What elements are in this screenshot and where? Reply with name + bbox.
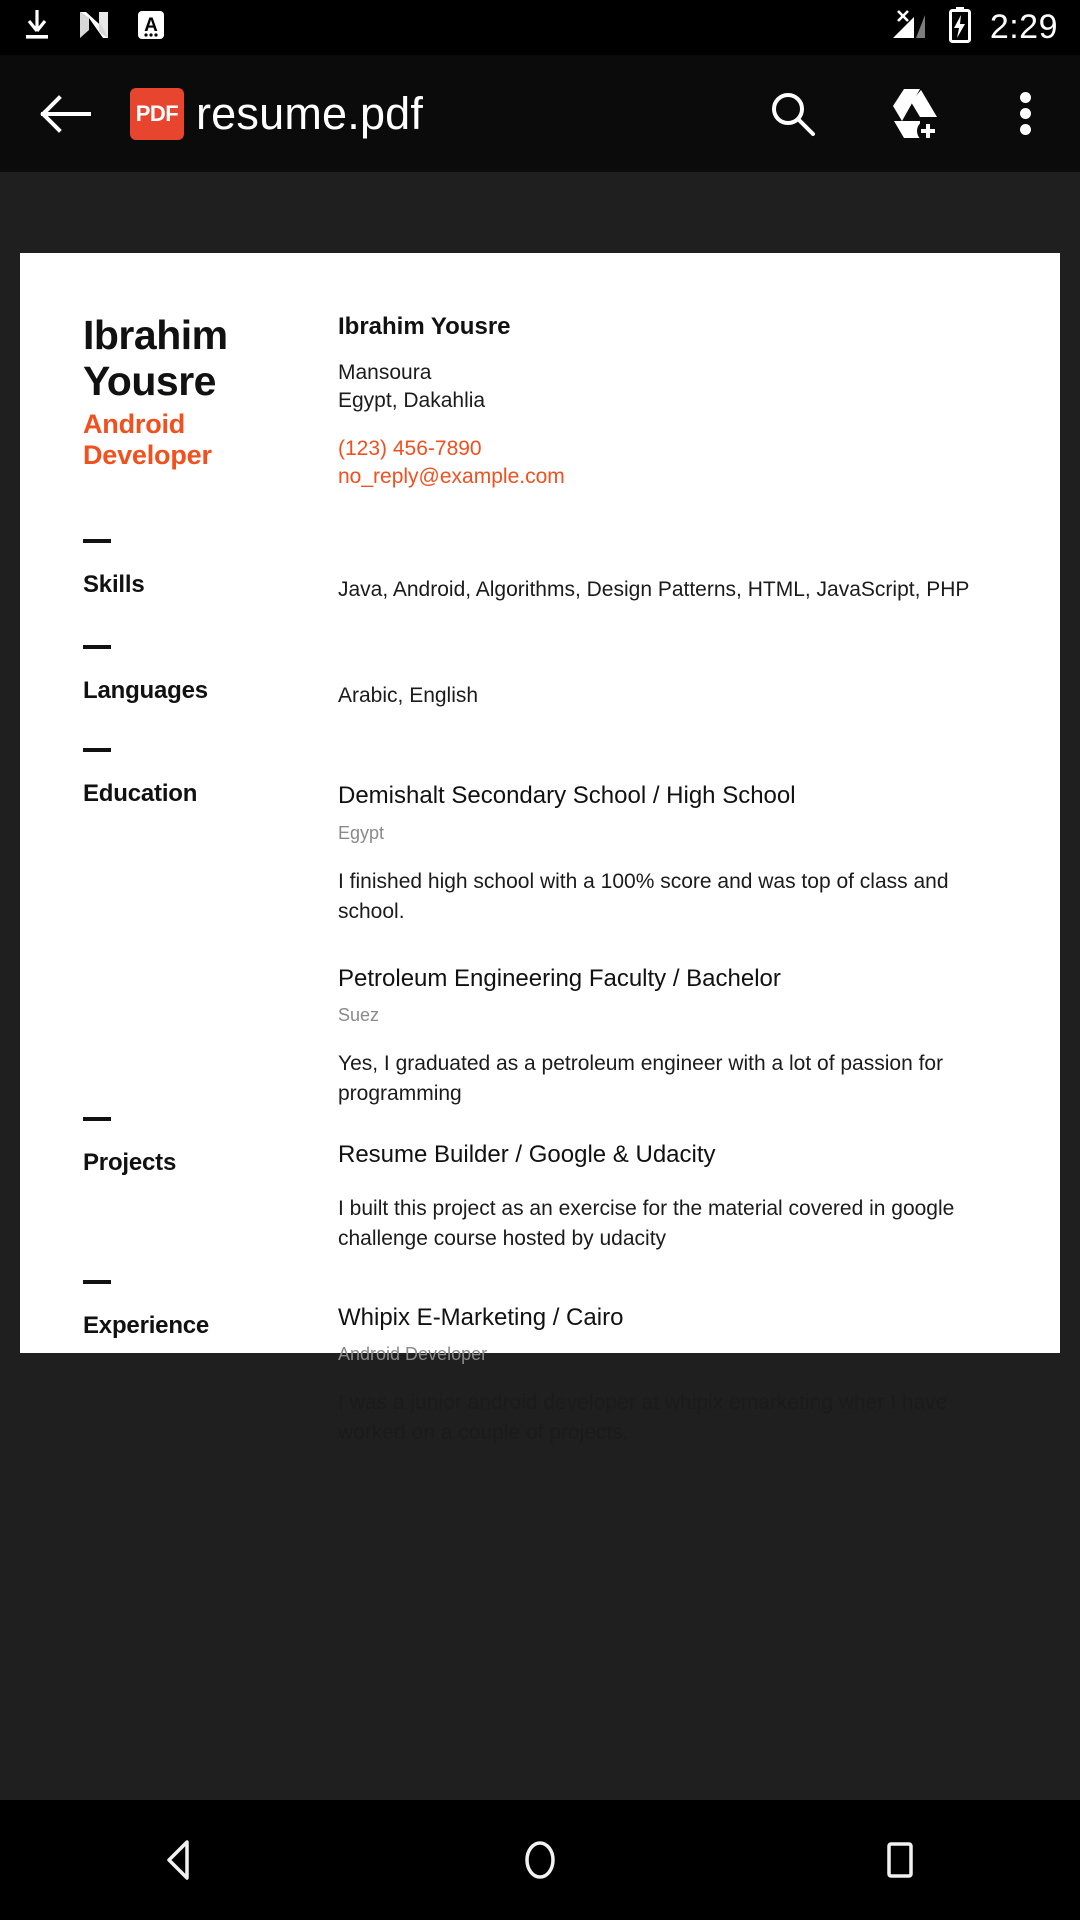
status-bar-clock: 2:29 bbox=[989, 8, 1058, 46]
section-education: Education Demishalt Secondary School / H… bbox=[83, 748, 990, 1108]
app-bar: PDF resume.pdf bbox=[0, 55, 1080, 172]
battery-charging-icon bbox=[948, 6, 972, 49]
resume-header-row: Ibrahim Yousre Android Developer Ibrahim… bbox=[83, 312, 990, 491]
contact-email[interactable]: no_reply@example.com bbox=[338, 463, 990, 491]
android-nougat-icon bbox=[78, 8, 110, 47]
add-to-drive-button[interactable] bbox=[852, 55, 970, 172]
overflow-menu-button[interactable] bbox=[970, 55, 1080, 172]
search-icon bbox=[772, 92, 815, 136]
status-bar-left-icons: A bbox=[22, 8, 166, 47]
section-projects: Projects Resume Builder / Google & Udaci… bbox=[83, 1116, 990, 1254]
experience-entry: Whipix E-Marketing / Cairo Android Devel… bbox=[338, 1302, 990, 1448]
search-button[interactable] bbox=[734, 55, 852, 172]
project-entry: Resume Builder / Google & Udacity I buil… bbox=[338, 1139, 990, 1254]
status-bar: A 2:29 bbox=[0, 0, 1080, 55]
section-label-languages: Languages bbox=[83, 676, 208, 704]
android-navigation-bar bbox=[0, 1800, 1080, 1920]
pdf-file-icon: PDF bbox=[130, 87, 184, 140]
section-divider bbox=[83, 538, 111, 543]
languages-text: Arabic, English bbox=[338, 683, 479, 707]
entry-description: I built this project as an exercise for … bbox=[338, 1196, 955, 1250]
pdf-viewer[interactable]: Ibrahim Yousre Android Developer Ibrahim… bbox=[0, 172, 1080, 1800]
section-divider bbox=[83, 644, 111, 649]
section-label-projects: Projects bbox=[83, 1148, 177, 1176]
status-bar-right-icons: 2:29 bbox=[890, 6, 1058, 49]
skills-text: Java, Android, Algorithms, Design Patter… bbox=[338, 577, 970, 601]
section-label-experience: Experience bbox=[83, 1311, 210, 1339]
nav-recents-icon bbox=[887, 1842, 913, 1878]
entry-title: Whipix E-Marketing / Cairo bbox=[338, 1303, 624, 1331]
contact-city: Mansoura bbox=[338, 361, 432, 384]
entry-subtitle: Android Developer bbox=[338, 1343, 488, 1364]
nav-back-button[interactable] bbox=[90, 1800, 270, 1920]
nav-home-button[interactable] bbox=[450, 1800, 630, 1920]
entry-description: I finished high school with a 100% score… bbox=[338, 869, 949, 923]
resume-document: Ibrahim Yousre Android Developer Ibrahim… bbox=[20, 253, 1060, 1448]
app-bar-actions bbox=[734, 55, 1080, 172]
page-title: resume.pdf bbox=[196, 87, 424, 139]
education-entry: Petroleum Engineering Faculty / Bachelor… bbox=[338, 963, 990, 1109]
entry-subtitle: Egypt bbox=[338, 822, 385, 843]
entry-description: Yes, I graduated as a petroleum engineer… bbox=[338, 1052, 944, 1105]
back-arrow-icon bbox=[40, 94, 91, 133]
font-size-a-icon: A bbox=[136, 8, 166, 47]
entry-title: Resume Builder / Google & Udacity bbox=[338, 1140, 716, 1168]
section-divider bbox=[83, 748, 111, 753]
nav-home-icon bbox=[525, 1841, 555, 1879]
section-divider bbox=[83, 1116, 111, 1121]
section-experience: Experience Whipix E-Marketing / Cairo An… bbox=[83, 1279, 990, 1448]
section-languages: Languages Arabic, English bbox=[83, 644, 990, 711]
contact-phone[interactable]: (123) 456-7890 bbox=[338, 435, 990, 463]
contact-region: Egypt, Dakahlia bbox=[338, 388, 486, 412]
document-title-group: PDF resume.pdf bbox=[130, 87, 424, 140]
resume-role: Android Developer bbox=[83, 408, 212, 470]
nav-back-icon bbox=[167, 1840, 189, 1880]
contact-name: Ibrahim Yousre bbox=[338, 313, 511, 340]
section-skills: Skills Java, Android, Algorithms, Design… bbox=[83, 538, 990, 605]
section-divider bbox=[83, 1279, 111, 1284]
resume-contact: Ibrahim Yousre Mansoura Egypt, Dakahlia … bbox=[338, 313, 990, 491]
education-entry: Demishalt Secondary School / High School… bbox=[338, 780, 990, 926]
entry-description: I was a junior android developer at whip… bbox=[338, 1391, 948, 1444]
download-icon bbox=[22, 8, 52, 47]
nav-recents-button[interactable] bbox=[810, 1800, 990, 1920]
entry-title: Petroleum Engineering Faculty / Bachelor bbox=[338, 964, 781, 992]
section-label-skills: Skills bbox=[83, 570, 145, 598]
no-signal-icon bbox=[890, 7, 930, 48]
svg-text:A: A bbox=[144, 15, 158, 36]
add-to-drive-icon bbox=[893, 88, 939, 142]
overflow-menu-icon bbox=[1019, 87, 1031, 140]
entry-subtitle: Suez bbox=[338, 1004, 380, 1025]
entry-title: Demishalt Secondary School / High School bbox=[338, 782, 796, 810]
resume-name: Ibrahim Yousre bbox=[83, 312, 228, 404]
section-label-education: Education bbox=[83, 780, 198, 808]
back-button[interactable] bbox=[0, 92, 130, 136]
resume-identity: Ibrahim Yousre Android Developer bbox=[83, 312, 338, 471]
pdf-page: Ibrahim Yousre Android Developer Ibrahim… bbox=[20, 253, 1060, 1444]
